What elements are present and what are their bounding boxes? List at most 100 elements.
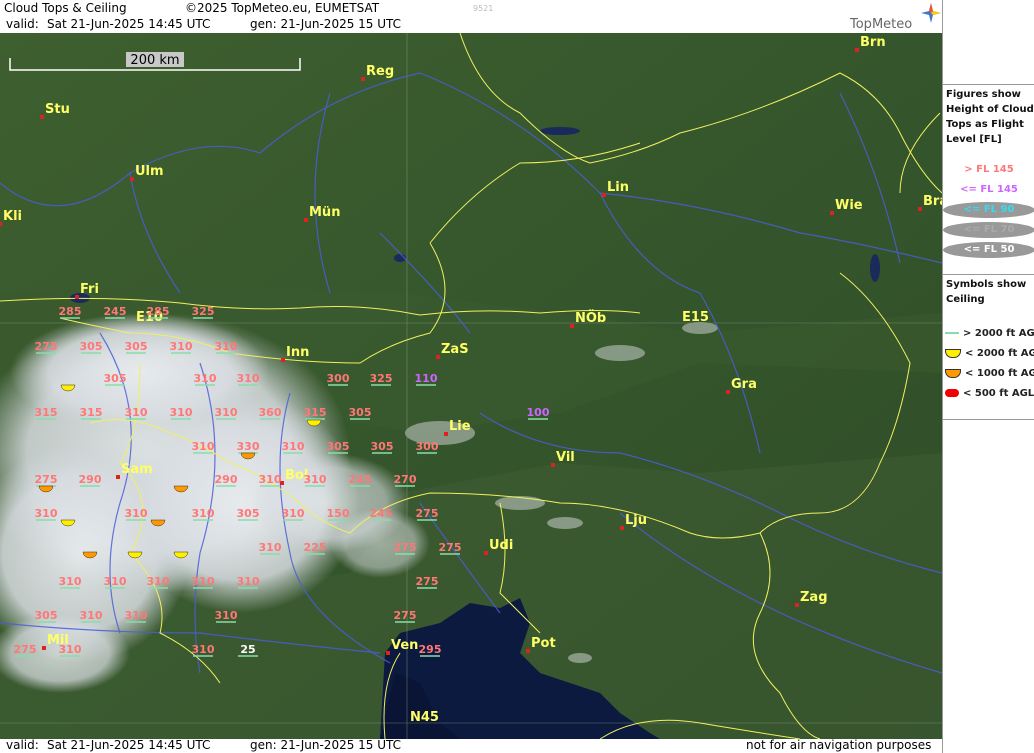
brand-star-icon bbox=[920, 2, 942, 24]
cloud-top-value: 285 bbox=[59, 305, 82, 318]
legend-ceiling-title: Symbols show Ceiling bbox=[946, 279, 1027, 305]
city-5: Mün bbox=[304, 205, 340, 222]
cloud-top-value: 305 bbox=[371, 440, 394, 453]
cloud-top-value: 245 bbox=[104, 305, 127, 318]
cloud-top-25: 330 bbox=[237, 440, 260, 454]
cloud-top-50: 310 bbox=[59, 575, 82, 589]
legend-tops-item-2: <= FL 90 bbox=[943, 202, 1034, 218]
city-label: Wie bbox=[835, 198, 863, 213]
city-16: Sam bbox=[116, 462, 153, 479]
cloud-top-value: 305 bbox=[35, 609, 58, 622]
city-label: NÖb bbox=[575, 310, 606, 326]
legend-ceiling-item-2: < 1000 ft AGL bbox=[945, 368, 1034, 379]
cloud-top-value: 310 bbox=[192, 643, 215, 656]
city-label: Sam bbox=[121, 462, 153, 477]
legend-ceiling-swatch-0 bbox=[945, 332, 959, 334]
city-18: Lju bbox=[620, 513, 647, 530]
cloud-top-value: 310 bbox=[215, 609, 238, 622]
cloud-top-value: 310 bbox=[35, 507, 58, 520]
cloud-top-40: 245 bbox=[370, 507, 393, 521]
cloud-top-value: 310 bbox=[59, 643, 82, 656]
cloud-top-value: 290 bbox=[215, 473, 238, 486]
cloud-top-20: 360 bbox=[259, 406, 282, 420]
city-0: Brn bbox=[855, 35, 886, 52]
map-canvas: 200 km E10 E15 N45 BrnRegStuUlmLinMün Wie… bbox=[0, 33, 942, 739]
cloud-top-value: 245 bbox=[349, 473, 372, 486]
footer-generated-time: gen: 21-Jun-2025 15 UTC bbox=[250, 738, 402, 752]
cloud-top-23: 100 bbox=[527, 406, 550, 420]
cloud-top-value: 310 bbox=[170, 340, 193, 353]
cloud-top-33: 310 bbox=[259, 473, 282, 487]
legend-ceiling-swatch-3 bbox=[945, 389, 959, 397]
cloud-top-value: 315 bbox=[304, 406, 327, 419]
cloud-top-55: 305 bbox=[35, 609, 58, 623]
cloud-top-10: 310 bbox=[237, 372, 260, 386]
cloud-top-value: 310 bbox=[147, 575, 170, 588]
cloud-top-49: 275 bbox=[416, 575, 439, 589]
cloud-top-28: 305 bbox=[371, 440, 394, 454]
cloud-top-12: 300 bbox=[327, 372, 350, 386]
cloud-top-value: 310 bbox=[59, 575, 82, 588]
cloud-top-21: 315 bbox=[80, 406, 102, 420]
cloud-top-value: 305 bbox=[125, 340, 148, 353]
cloud-top-value: 310 bbox=[237, 372, 260, 385]
cloud-top-54: 310 bbox=[237, 575, 260, 589]
legend-ceiling-label: < 1000 ft AGL bbox=[965, 368, 1034, 379]
city-label: Ven bbox=[391, 638, 418, 653]
cloud-top-value: 305 bbox=[237, 507, 260, 520]
city-label: ZaS bbox=[441, 342, 469, 357]
legend-ceiling-swatch-2 bbox=[945, 368, 961, 378]
cloud-top-61: 310 bbox=[59, 643, 82, 657]
legend-cloud-tops-title: Figures show Height of Cloud Tops as Fli… bbox=[946, 89, 1034, 145]
cloud-top-value: 310 bbox=[215, 340, 238, 353]
satellite-map[interactable]: 200 km E10 E15 N45 Brn Reg Stu Ulm Lin Mün Wie… bbox=[0, 33, 942, 739]
cloud-top-41: 275 bbox=[416, 507, 438, 521]
cloud-top-63: 295 bbox=[419, 643, 442, 657]
city-1: Reg bbox=[361, 64, 394, 81]
brand-logo-text: TopMeteo bbox=[850, 17, 913, 32]
cloud-top-value: 310 bbox=[104, 575, 127, 588]
cloud-top-64: 25 bbox=[238, 643, 258, 657]
cloud-top-value: 225 bbox=[304, 541, 327, 554]
cloud-top-value: 25 bbox=[240, 643, 255, 656]
legend-ceiling: Symbols show Ceiling > 2000 ft AGL < 2000… bbox=[943, 274, 1034, 420]
cloud-top-value: 310 bbox=[125, 609, 148, 622]
copyright: ©2025 TopMeteo.eu, EUMETSAT bbox=[185, 1, 380, 15]
legend-ceiling-label: < 500 ft AGL bbox=[963, 388, 1034, 399]
cloud-top-26: 310 bbox=[192, 440, 215, 454]
city-10: NÖb bbox=[570, 310, 606, 328]
legend-cloud-tops: Figures show Height of Cloud Tops as Fli… bbox=[943, 84, 1034, 273]
cloud-top-value: 295 bbox=[419, 643, 442, 656]
cloud-top-value: 300 bbox=[416, 440, 439, 453]
city-label: Vil bbox=[556, 450, 575, 465]
city-8: Kli bbox=[0, 209, 22, 226]
cloud-top-value: 245 bbox=[370, 507, 393, 520]
disclaimer: not for air navigation purposes bbox=[746, 738, 932, 752]
legend-tops-item-1: <= FL 145 bbox=[960, 184, 1018, 195]
cloud-top-value: 100 bbox=[527, 406, 550, 419]
cloud-top-57: 310 bbox=[125, 609, 148, 623]
cloud-top-value: 310 bbox=[192, 507, 215, 520]
grid-label-n45: N45 bbox=[410, 710, 439, 725]
cloud-top-30: 290 bbox=[215, 473, 238, 487]
cloud-top-18: 310 bbox=[170, 406, 193, 420]
cloud-top-value: 310 bbox=[237, 575, 260, 588]
city-label: Brn bbox=[860, 35, 886, 50]
city-label: Gra bbox=[731, 377, 757, 392]
cloud-top-44: 310 bbox=[192, 507, 215, 521]
cloud-top-51: 310 bbox=[104, 575, 127, 589]
city-4: Lin bbox=[602, 180, 629, 197]
cloud-top-56: 310 bbox=[80, 609, 103, 623]
cloud-top-value: 275 bbox=[416, 575, 439, 588]
cloud-top-0: 285 bbox=[59, 305, 82, 319]
city-label: Kli bbox=[3, 209, 22, 224]
footer-valid-label: valid: bbox=[6, 738, 39, 752]
cloud-top-value: 310 bbox=[282, 507, 305, 520]
cloud-top-14: 110 bbox=[415, 372, 438, 386]
legend-ceiling-item-0: > 2000 ft AGL bbox=[945, 328, 1034, 339]
cloud-top-3: 325 bbox=[192, 305, 214, 319]
city-label: Pot bbox=[531, 636, 556, 651]
cloud-top-value: 275 bbox=[394, 541, 417, 554]
cloud-top-value: 310 bbox=[125, 507, 148, 520]
cloud-top-32: 290 bbox=[79, 473, 102, 487]
